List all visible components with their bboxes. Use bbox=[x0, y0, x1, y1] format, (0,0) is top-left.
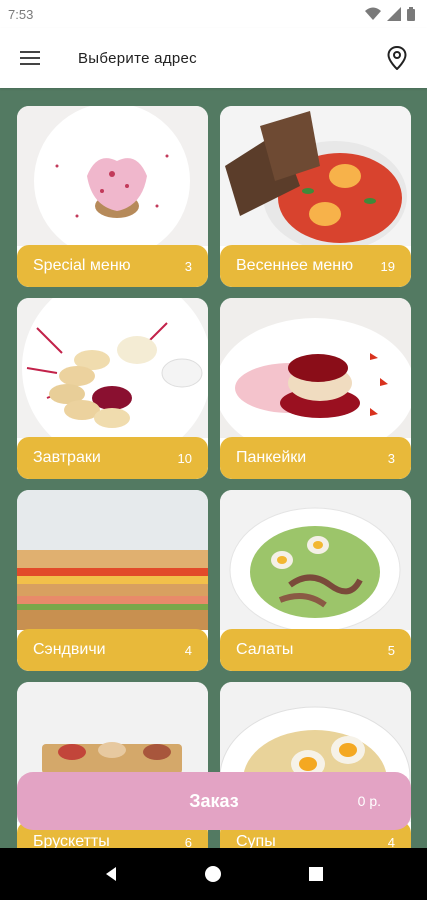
category-card[interactable]: Панкейки 3 bbox=[220, 298, 411, 479]
dish-image bbox=[220, 298, 411, 438]
back-icon[interactable] bbox=[102, 865, 120, 883]
signal-icon bbox=[387, 7, 401, 21]
category-card[interactable]: Салаты 5 bbox=[220, 490, 411, 671]
category-label: Салаты 5 bbox=[220, 629, 411, 671]
home-icon[interactable] bbox=[204, 865, 222, 883]
address-selector[interactable]: Выберите адрес bbox=[78, 50, 383, 67]
category-count: 19 bbox=[380, 258, 395, 274]
app-bar: Выберите адрес bbox=[0, 28, 427, 88]
order-total: 0 р. bbox=[357, 793, 381, 809]
order-label: Заказ bbox=[189, 790, 239, 811]
category-count: 5 bbox=[387, 642, 395, 658]
category-label: Special меню 3 bbox=[17, 245, 208, 287]
dish-image bbox=[220, 490, 411, 630]
category-card[interactable]: Сэндвичи 4 bbox=[17, 490, 208, 671]
dish-image bbox=[17, 106, 208, 246]
category-count: 3 bbox=[387, 450, 395, 466]
category-label: Завтраки 10 bbox=[17, 437, 208, 479]
dish-image bbox=[220, 106, 411, 246]
dish-image bbox=[17, 490, 208, 630]
category-name: Салаты bbox=[236, 641, 294, 658]
recents-icon[interactable] bbox=[307, 865, 325, 883]
category-name: Панкейки bbox=[236, 449, 307, 466]
category-name: Завтраки bbox=[33, 449, 101, 466]
order-button[interactable]: Заказ 0 р. bbox=[17, 772, 411, 830]
location-button[interactable] bbox=[383, 44, 411, 72]
category-name: Сэндвичи bbox=[33, 641, 106, 658]
category-count: 3 bbox=[184, 258, 192, 274]
menu-button[interactable] bbox=[16, 44, 44, 72]
category-card[interactable]: Завтраки 10 bbox=[17, 298, 208, 479]
dish-image bbox=[17, 298, 208, 438]
location-pin-icon bbox=[387, 46, 407, 70]
category-card[interactable]: Special меню 3 bbox=[17, 106, 208, 287]
battery-icon bbox=[407, 7, 415, 21]
category-count: 4 bbox=[184, 642, 192, 658]
category-name: Весеннее меню bbox=[236, 257, 354, 274]
category-card[interactable]: Весеннее меню 19 bbox=[220, 106, 411, 287]
category-label: Сэндвичи 4 bbox=[17, 629, 208, 671]
status-bar: 7:53 bbox=[0, 0, 427, 28]
category-grid: Special меню 3 Весеннее меню 19 Завтраки… bbox=[17, 106, 411, 863]
wifi-icon bbox=[365, 7, 381, 20]
category-label: Панкейки 3 bbox=[220, 437, 411, 479]
status-icons bbox=[365, 7, 415, 21]
category-label: Весеннее меню 19 bbox=[220, 245, 411, 287]
status-time: 7:53 bbox=[8, 6, 34, 22]
category-name: Special меню bbox=[33, 257, 131, 274]
hamburger-icon bbox=[20, 51, 40, 65]
category-count: 10 bbox=[177, 450, 192, 466]
system-nav-bar bbox=[0, 848, 427, 900]
